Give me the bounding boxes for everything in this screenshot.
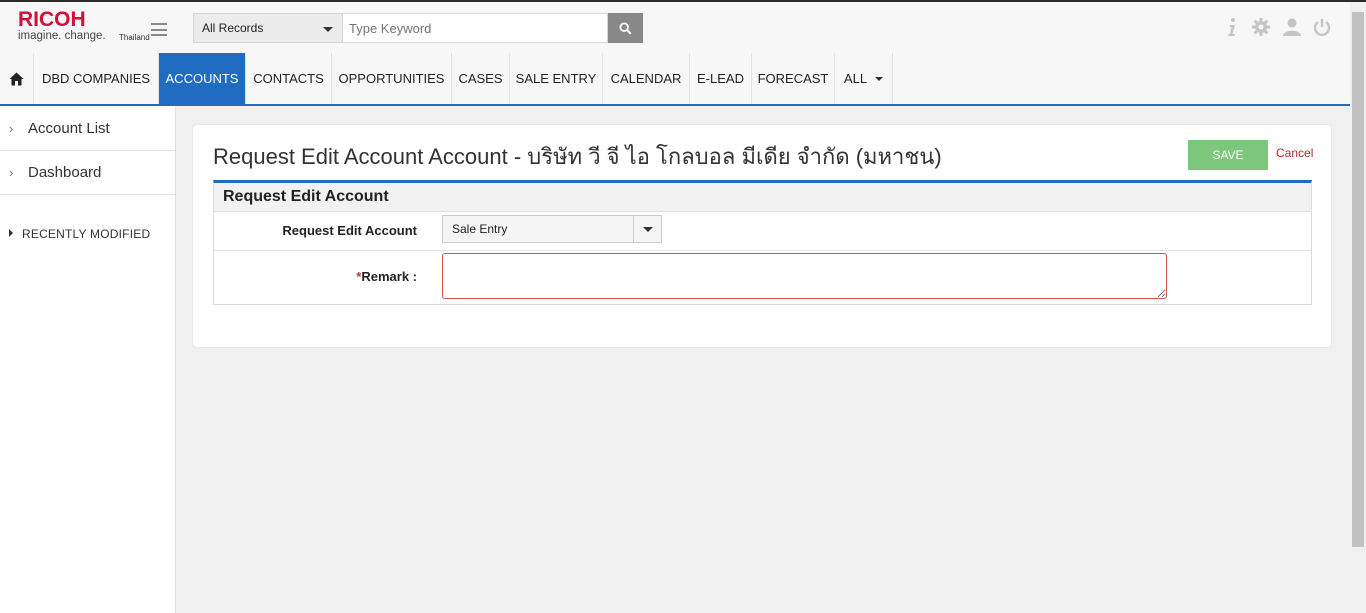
- chevron-down-icon: [323, 27, 333, 32]
- logo-tagline: imagine. change.: [18, 30, 106, 42]
- sidebar-item-dashboard[interactable]: › Dashboard: [0, 150, 175, 195]
- cancel-link[interactable]: Cancel: [1276, 146, 1313, 160]
- remark-label: *Remark :: [356, 269, 417, 284]
- nav-item-all-label: ALL: [843, 71, 868, 86]
- gear-icon[interactable]: [1251, 17, 1271, 37]
- nav-item-accounts[interactable]: ACCOUNTS: [159, 53, 246, 104]
- main-content: Request Edit Account Account - บริษัท วี…: [176, 106, 1350, 613]
- recently-modified-toggle[interactable]: RECENTLY MODIFIED: [9, 227, 150, 241]
- nav-item-e-lead[interactable]: E-LEAD: [690, 53, 752, 104]
- logo-brand: RICOH: [18, 8, 86, 31]
- search-icon: [619, 21, 632, 35]
- request-edit-value: Sale Entry: [452, 222, 508, 236]
- request-edit-panel: Request Edit Account Request Edit Accoun…: [213, 180, 1312, 305]
- home-icon: [9, 72, 24, 85]
- logo-country: Thailand: [119, 33, 150, 42]
- sidebar-item-label: Dashboard: [28, 163, 102, 181]
- power-icon[interactable]: [1312, 17, 1332, 37]
- scrollbar-thumb[interactable]: [1352, 12, 1364, 547]
- request-edit-select[interactable]: Sale Entry: [442, 215, 662, 243]
- user-icon[interactable]: [1282, 17, 1302, 37]
- remark-textarea[interactable]: [442, 253, 1167, 299]
- main-nav: DBD COMPANIES ACCOUNTS CONTACTS OPPORTUN…: [0, 53, 1350, 106]
- search-input[interactable]: [343, 13, 608, 43]
- search-button[interactable]: [608, 13, 643, 43]
- nav-item-cases[interactable]: CASES: [452, 53, 510, 104]
- search-scope-select[interactable]: All Records: [193, 13, 343, 43]
- header-bar: RICOH imagine. change. Thailand All Reco…: [0, 2, 1350, 53]
- vertical-scrollbar[interactable]: [1350, 2, 1366, 613]
- sidebar: › Account List › Dashboard RECENTLY MODI…: [0, 106, 176, 613]
- menu-icon[interactable]: [151, 23, 167, 36]
- remark-label-text: Remark :: [361, 269, 417, 284]
- sidebar-item-account-list[interactable]: › Account List: [0, 106, 175, 151]
- nav-item-home[interactable]: [0, 53, 34, 104]
- nav-item-sale-entry[interactable]: SALE ENTRY: [510, 53, 603, 104]
- nav-item-all[interactable]: ALL: [835, 53, 893, 104]
- request-edit-row: Request Edit Account Sale Entry: [214, 212, 1311, 251]
- nav-item-contacts[interactable]: CONTACTS: [246, 53, 332, 104]
- sidebar-item-label: Account List: [28, 119, 110, 137]
- chevron-right-icon: ›: [9, 120, 14, 136]
- request-edit-label: Request Edit Account: [282, 223, 417, 238]
- nav-item-dbd-companies[interactable]: DBD COMPANIES: [34, 53, 159, 104]
- search-scope-value: All Records: [202, 21, 264, 35]
- caret-right-icon: [9, 229, 13, 237]
- recently-modified-label: RECENTLY MODIFIED: [22, 227, 151, 241]
- nav-item-forecast[interactable]: FORECAST: [752, 53, 835, 104]
- page-title: Request Edit Account Account - บริษัท วี…: [213, 144, 942, 169]
- chevron-right-icon: ›: [9, 164, 14, 180]
- nav-item-opportunities[interactable]: OPPORTUNITIES: [332, 53, 452, 104]
- nav-item-calendar[interactable]: CALENDAR: [603, 53, 690, 104]
- panel-title: Request Edit Account: [214, 183, 1311, 212]
- info-icon[interactable]: [1222, 17, 1242, 37]
- chevron-down-icon[interactable]: [633, 216, 661, 242]
- caret-down-icon: [875, 76, 884, 81]
- ricoh-logo[interactable]: RICOH imagine. change. Thailand: [18, 8, 150, 43]
- form-card: Request Edit Account Account - บริษัท วี…: [192, 124, 1332, 348]
- save-button[interactable]: SAVE: [1188, 140, 1268, 170]
